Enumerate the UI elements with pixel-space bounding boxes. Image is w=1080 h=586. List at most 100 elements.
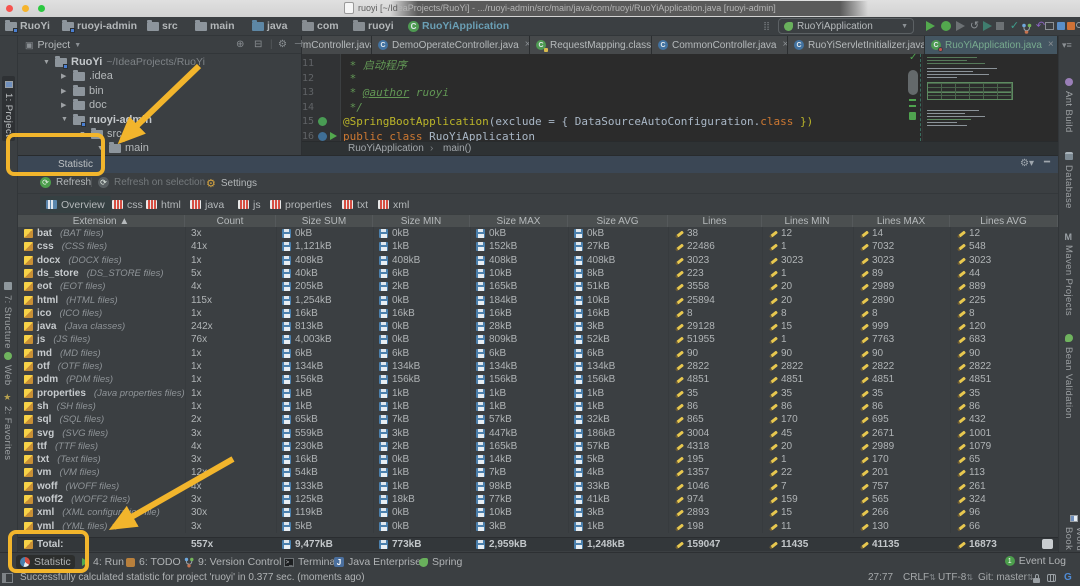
total-row[interactable]: Total:557x9,477kB773kB2,959kB1,248kB1590… — [18, 537, 1058, 551]
table-row-sql[interactable]: sql(SQL files)2x65kB7kB57kB32kB865170695… — [18, 413, 1058, 426]
statistic-header[interactable]: Statistic ⚙▾ ━ — [18, 156, 1058, 173]
tree-chevron-icon[interactable]: ▼ — [97, 145, 105, 152]
editor-tab-DemoOperateController.java[interactable]: CDemoOperateController.java× — [372, 36, 530, 54]
breadcrumb-class[interactable]: RuoYiApplication — [348, 143, 424, 154]
editor-tab-RuoYiServletInitializer.java[interactable]: CRuoYiServletInitializer.java× — [788, 36, 925, 54]
table-row-vm[interactable]: vm(VM files)12x54kB1kB7kB4kB135722201113 — [18, 466, 1058, 479]
tree-chevron-icon[interactable]: ▼ — [79, 131, 87, 138]
nav-item-ruoyi-admin[interactable]: ruoyi-admin — [62, 20, 137, 32]
statistic-table[interactable]: bat(BAT files)3x0kB0kB0kB0kB38121412css(… — [18, 227, 1058, 533]
nav-item-ruoyi[interactable]: RuoYi — [5, 20, 50, 32]
run-with-coverage-button[interactable] — [956, 21, 965, 31]
tab-list-icon[interactable]: ▾≡ — [1062, 40, 1072, 51]
statusbar-item-4-run[interactable]: 4: Run — [78, 555, 128, 569]
editor-tab-RuoYiApplication.java[interactable]: CRuoYiApplication.java× — [925, 36, 1058, 54]
table-row-svg[interactable]: svg(SVG files)3x559kB3kB447kB186kB300445… — [18, 427, 1058, 440]
tree-item-RuoYi[interactable]: ▼RuoYi~/IdeaProjects/RuoYi — [43, 55, 205, 69]
statusbar-item-6-todo[interactable]: 6: TODO — [122, 555, 185, 569]
run-configuration-selector[interactable]: RuoYiApplication ▼ — [778, 18, 914, 34]
table-row-yml[interactable]: yml(YML files)3x5kB0kB3kB1kB1981113066 — [18, 520, 1058, 533]
refresh-button[interactable]: ⟳Refresh — [40, 177, 91, 188]
tree-chevron-icon[interactable]: ▶ — [61, 72, 69, 80]
stripe-tab-word-book[interactable]: Word Book — [1063, 514, 1080, 552]
table-row-md[interactable]: md(MD files)1x6kB6kB6kB6kB90909090 — [18, 347, 1058, 360]
statusbar-item-spring[interactable]: Spring — [415, 555, 466, 569]
tree-item-doc[interactable]: ▶doc — [61, 98, 107, 112]
tree-item-ruoyi-admin[interactable]: ▼ruoyi-admin — [61, 113, 152, 127]
stripe-tab-maven-projects[interactable]: MMaven Projects — [1063, 232, 1074, 316]
table-row-woff2[interactable]: woff2(WOFF2 files)3x125kB18kB77kB41kB974… — [18, 493, 1058, 506]
debug-button[interactable] — [941, 21, 951, 31]
tree-item-bin[interactable]: ▶bin — [61, 84, 104, 98]
editor-tab-ormController.java[interactable]: ormController.java× — [302, 36, 372, 54]
run-anything-button[interactable] — [983, 21, 992, 31]
settings-button[interactable]: ⚙Settings — [206, 177, 257, 190]
plugin-robot-icon[interactable] — [1047, 574, 1056, 582]
stripe-tab-1-project[interactable]: 1: Project — [2, 76, 15, 141]
editor-scrollbar[interactable] — [908, 70, 918, 95]
table-row-eot[interactable]: eot(EOT files)4x205kB2kB165kB51kB3558202… — [18, 280, 1058, 293]
run-class-gutter-icon[interactable] — [318, 132, 327, 141]
stripe-tab-database[interactable]: Database — [1063, 152, 1074, 209]
git-branch-widget[interactable]: Git: master⇅ — [978, 572, 1034, 583]
statistic-tab-properties[interactable]: properties — [264, 196, 338, 213]
stripe-tab-web[interactable]: Web — [2, 352, 13, 386]
statistic-tab-js[interactable]: js — [232, 196, 267, 213]
run-gutter-icon[interactable] — [330, 132, 337, 140]
caret-position-widget[interactable]: 27:77 — [868, 572, 893, 583]
translate-plugin-icon[interactable] — [1057, 22, 1065, 30]
statistic-tab-txt[interactable]: txt — [336, 196, 374, 213]
table-row-bat[interactable]: bat(BAT files)3x0kB0kB0kB0kB38121412 — [18, 227, 1058, 240]
statistic-gear-icon[interactable]: ⚙▾ — [1020, 158, 1034, 169]
table-row-xml[interactable]: xml(XML configuration file)30x119kB0kB10… — [18, 506, 1058, 519]
code-minimap[interactable] — [922, 54, 1058, 141]
project-panel-header[interactable]: ▣Project▼ ⊕ ⊟ | ⚙ ⊣ — [18, 36, 301, 54]
alibaba-guideline-icon[interactable] — [1067, 22, 1075, 30]
statusbar-item-statistic[interactable]: Statistic — [16, 555, 75, 569]
editor-tab-CommonController.java[interactable]: CCommonController.java× — [652, 36, 788, 54]
nav-item-ruoyiapplication[interactable]: CRuoYiApplication — [408, 20, 509, 32]
gear-icon[interactable]: ⚙ — [278, 39, 287, 50]
tree-item-main[interactable]: ▼main — [97, 141, 149, 155]
stop-button[interactable] — [996, 22, 1004, 30]
close-window-button[interactable] — [6, 5, 13, 12]
statistic-hide-icon[interactable]: ━ — [1044, 157, 1050, 168]
table-row-otf[interactable]: otf(OTF files)1x134kB134kB134kB134kB2822… — [18, 360, 1058, 373]
editor-breadcrumbs[interactable]: RuoYiApplication › main() — [302, 141, 1058, 155]
table-row-sh[interactable]: sh(SH files)1x1kB1kB1kB1kB86868686 — [18, 400, 1058, 413]
table-row-woff[interactable]: woff(WOFF files)4x133kB1kB98kB33kB104677… — [18, 480, 1058, 493]
table-row-pdm[interactable]: pdm(PDM files)1x156kB156kB156kB156kB4851… — [18, 373, 1058, 386]
locate-icon[interactable]: ⊕ — [236, 39, 244, 50]
stripe-tab-ant-build[interactable]: Ant Build — [1063, 78, 1074, 133]
nav-item-ruoyi[interactable]: ruoyi — [353, 20, 394, 32]
tree-item-src[interactable]: ▼src — [79, 127, 122, 141]
table-row-docx[interactable]: docx(DOCX files)1x408kB408kB408kB408kB30… — [18, 254, 1058, 267]
rerun-button[interactable]: ↺ — [968, 19, 981, 32]
table-header[interactable]: Extension ▲CountSize SUMSize MINSize MAX… — [18, 214, 1058, 227]
statusbar-item-9-version-control[interactable]: 9: Version Control — [180, 555, 285, 569]
table-row-css[interactable]: css(CSS files)41x1,121kB1kB152kB27kB2248… — [18, 240, 1058, 253]
table-row-html[interactable]: html(HTML files)115x1,254kB0kB184kB10kB2… — [18, 294, 1058, 307]
encoding-widget[interactable]: UTF-8⇅ — [938, 572, 973, 583]
tree-item-idea[interactable]: ▶.idea — [61, 69, 113, 83]
table-row-ico[interactable]: ico(ICO files)1x16kB16kB16kB16kB8888 — [18, 307, 1058, 320]
table-row-js[interactable]: js(JS files)76x4,003kB0kB809kB52kB519551… — [18, 333, 1058, 346]
nav-item-com[interactable]: com — [302, 20, 339, 32]
statistic-tab-xml[interactable]: xml — [372, 196, 415, 213]
refresh-on-selection-button[interactable]: ⟳Refresh on selection — [98, 177, 205, 188]
table-row-ttf[interactable]: ttf(TTF files)4x230kB2kB165kB57kB4318202… — [18, 440, 1058, 453]
table-row-ds_store[interactable]: ds_store(DS_STORE files)5x40kB6kB10kB8kB… — [18, 267, 1058, 280]
google-translate-icon[interactable]: G — [1064, 572, 1072, 583]
run-button[interactable] — [926, 21, 935, 31]
collapse-all-icon[interactable]: ⊟ — [254, 39, 262, 50]
zoom-window-button[interactable] — [38, 5, 45, 12]
table-row-java[interactable]: java(Java classes)242x813kB0kB28kB3kB291… — [18, 320, 1058, 333]
update-project-icon[interactable]: ✓ — [1008, 19, 1021, 32]
run-config-list-icon[interactable]: ⁞⁞ — [760, 20, 773, 33]
code-line-12[interactable]: * — [343, 72, 356, 85]
table-row-properties[interactable]: properties(Java properties files)1x1kB1k… — [18, 387, 1058, 400]
editor-tab-RequestMapping.class[interactable]: CRequestMapping.class× — [530, 36, 652, 54]
stripe-tab-2-favorites[interactable]: ★2: Favorites — [2, 392, 13, 460]
tree-chevron-icon[interactable]: ▶ — [61, 101, 69, 109]
table-scrollbar[interactable] — [1042, 539, 1053, 549]
